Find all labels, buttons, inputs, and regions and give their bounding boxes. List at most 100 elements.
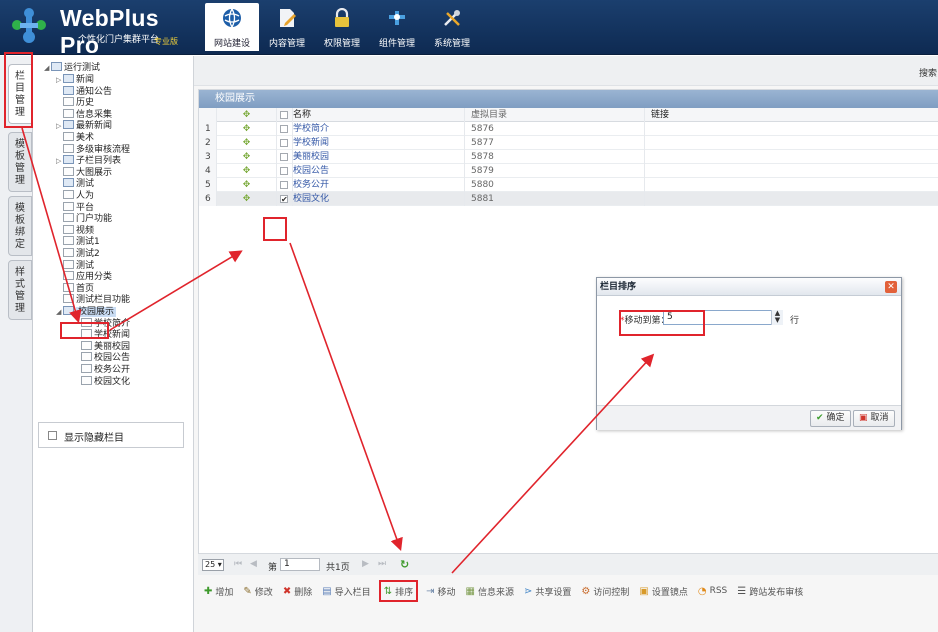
- first-page-icon[interactable]: ⏮: [234, 559, 242, 569]
- share-button[interactable]: ⋗ 共享设置: [524, 582, 571, 600]
- tree-item[interactable]: 历史: [56, 97, 94, 108]
- tree-item[interactable]: ▷ 新闻: [56, 74, 94, 85]
- drag-handle-icon[interactable]: ✥: [217, 150, 277, 164]
- tree-item[interactable]: 校园文化: [74, 375, 131, 387]
- tree-item[interactable]: 测试: [56, 178, 94, 189]
- row-name-link[interactable]: 美丽校园: [293, 150, 465, 164]
- tree-item[interactable]: 测试1: [56, 236, 100, 247]
- tree-item[interactable]: ◢ 校园展示: [56, 306, 117, 318]
- tree-item[interactable]: 测试: [56, 259, 94, 271]
- tree-item[interactable]: 首页: [56, 282, 94, 294]
- confirm-button[interactable]: ✔ 确定: [810, 410, 851, 427]
- tree-item[interactable]: 大图展示: [56, 166, 112, 178]
- tree-item[interactable]: 美丽校园: [74, 340, 130, 352]
- expand-arrow-icon[interactable]: ▷: [56, 75, 63, 86]
- delete-button[interactable]: ✖ 删除: [283, 582, 312, 600]
- table-row[interactable]: 5 ✥ 校务公开 5880: [199, 178, 938, 192]
- app-logo: WebPlus Pro 个性化门户集群平台 专业版: [8, 3, 193, 58]
- table-row[interactable]: 2 ✥ 学校新闻 5877: [199, 136, 938, 150]
- nav-permission-manage[interactable]: 权限管理: [315, 3, 369, 51]
- tree-item[interactable]: 学校新闻: [74, 329, 130, 340]
- row-name-link[interactable]: 校园公告: [293, 164, 465, 178]
- row-checkbox[interactable]: ✔: [280, 195, 288, 204]
- last-page-icon[interactable]: ⏭: [378, 559, 386, 569]
- row-name-link[interactable]: 学校新闻: [293, 136, 465, 150]
- pencil-button[interactable]: ✎ 修改: [243, 582, 272, 600]
- nav-system-manage[interactable]: 系统管理: [425, 3, 479, 51]
- tree-item[interactable]: 人为: [56, 190, 94, 201]
- publish-review-button[interactable]: ☰ 跨站发布审核: [737, 582, 803, 600]
- drag-handle-icon[interactable]: ✥: [217, 192, 277, 206]
- tree-item[interactable]: 平台: [56, 201, 94, 213]
- drag-handle-icon[interactable]: ✥: [217, 122, 277, 136]
- nav-website-build[interactable]: 网站建设: [205, 3, 259, 51]
- nav-component-manage[interactable]: 组件管理: [370, 3, 424, 51]
- header-name[interactable]: 名称: [293, 108, 465, 122]
- row-name-link[interactable]: 校务公开: [293, 178, 465, 192]
- tree-item[interactable]: 测试栏目功能: [56, 294, 130, 305]
- header-link[interactable]: 链接: [645, 108, 938, 122]
- tree-item[interactable]: 视频: [56, 224, 94, 236]
- tree-root[interactable]: ◢ 运行测试: [44, 62, 100, 73]
- row-name-link[interactable]: 学校简介: [293, 122, 465, 136]
- row-checkbox[interactable]: [280, 167, 288, 175]
- table-row[interactable]: 1 ✥ 学校简介 5876: [199, 122, 938, 136]
- prev-page-icon[interactable]: ◀: [250, 559, 257, 569]
- import-button[interactable]: ▤ 导入栏目: [322, 582, 370, 600]
- source-button[interactable]: ▦ 信息来源: [466, 582, 514, 600]
- row-checkbox[interactable]: [280, 181, 288, 189]
- tab-template-binding[interactable]: 模板绑定: [8, 196, 32, 256]
- tree-item[interactable]: ▷ 最新新闻: [56, 120, 112, 131]
- tree-item[interactable]: 学校简介: [74, 317, 130, 329]
- tree-item[interactable]: 测试2: [56, 248, 100, 259]
- tree-item[interactable]: 通知公告: [56, 85, 112, 97]
- tree-label: 测试: [76, 179, 95, 190]
- close-icon[interactable]: ✕: [885, 281, 897, 293]
- table-row[interactable]: 6 ✥ ✔ 校园文化 5881: [199, 192, 938, 206]
- plus-icon: ✚: [204, 585, 213, 597]
- row-checkbox[interactable]: [280, 153, 288, 161]
- row-name-link[interactable]: 校园文化: [293, 192, 465, 206]
- header-virtual-dir[interactable]: 虚拟目录: [465, 108, 645, 122]
- rss-button[interactable]: ◔ RSS: [698, 582, 727, 600]
- mirror-button[interactable]: ▣ 设置镜点: [639, 582, 687, 600]
- expand-arrow-icon[interactable]: ◢: [56, 307, 63, 318]
- nav-content-manage[interactable]: 内容管理: [260, 3, 314, 51]
- tree-item[interactable]: 校务公开: [74, 364, 130, 375]
- expand-arrow-icon[interactable]: ◢: [44, 63, 51, 74]
- tree-item[interactable]: ▷ 子栏目列表: [56, 155, 121, 166]
- spinner-icon[interactable]: ▲ ▼: [771, 310, 783, 325]
- next-page-icon[interactable]: ▶: [362, 559, 369, 569]
- access-control-button[interactable]: ⚙ 访问控制: [581, 582, 629, 600]
- row-checkbox[interactable]: [280, 125, 288, 133]
- drag-handle-icon[interactable]: ✥: [217, 164, 277, 178]
- move-button[interactable]: ⇥ 移动: [426, 582, 455, 600]
- table-row[interactable]: 3 ✥ 美丽校园 5878: [199, 150, 938, 164]
- search-link[interactable]: 搜索: [919, 66, 937, 79]
- drag-handle-icon[interactable]: ✥: [217, 178, 277, 192]
- sort-button[interactable]: ⇅ 排序: [378, 580, 419, 602]
- tree-item[interactable]: 多级审核流程: [56, 143, 130, 155]
- tab-style-manage[interactable]: 样式管理: [8, 260, 32, 320]
- page-size-select[interactable]: 25 ▾: [202, 559, 224, 571]
- page-number-input[interactable]: 1: [280, 558, 320, 571]
- tree-item[interactable]: 信息采集: [56, 108, 112, 120]
- tree-item[interactable]: 校园公告: [74, 352, 130, 363]
- plus-button[interactable]: ✚ 增加: [204, 582, 233, 600]
- tree-item[interactable]: 门户功能: [56, 213, 112, 224]
- tree-item[interactable]: 美术: [56, 132, 94, 143]
- tree-item[interactable]: 应用分类: [56, 271, 112, 282]
- row-checkbox[interactable]: [280, 139, 288, 147]
- tab-column-manage[interactable]: 栏目管理: [8, 64, 32, 124]
- expand-arrow-icon[interactable]: ▷: [56, 156, 63, 167]
- show-hidden-checkbox[interactable]: [48, 431, 57, 440]
- cancel-button[interactable]: ▣ 取消: [853, 410, 895, 427]
- tab-template-manage[interactable]: 模板管理: [8, 132, 32, 192]
- table-row[interactable]: 4 ✥ 校园公告 5879: [199, 164, 938, 178]
- select-all-checkbox[interactable]: [280, 111, 288, 119]
- refresh-icon[interactable]: ↻: [400, 558, 409, 571]
- expand-arrow-icon[interactable]: ▷: [56, 121, 63, 132]
- tree-label: 校园文化: [94, 376, 131, 387]
- drag-handle-icon[interactable]: ✥: [217, 136, 277, 150]
- row-number-input[interactable]: 5: [663, 310, 783, 325]
